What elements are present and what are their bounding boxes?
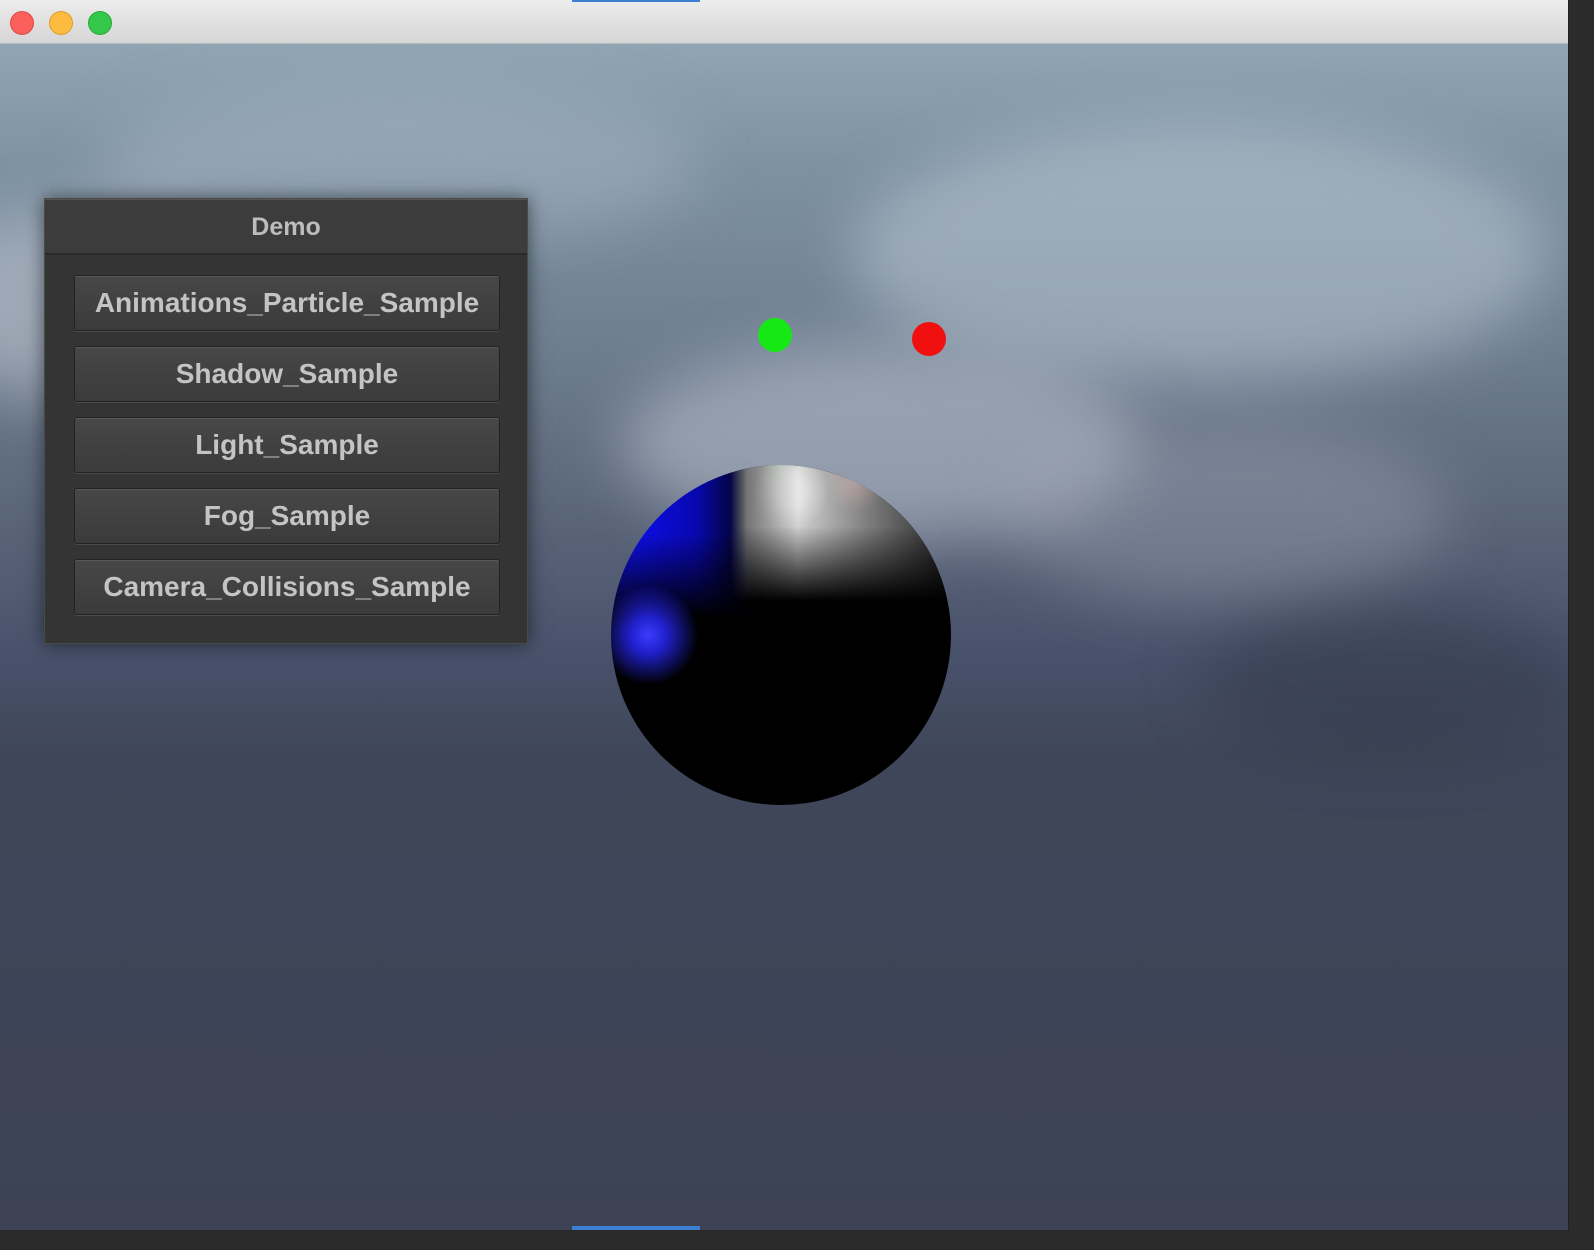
maximize-icon[interactable]	[88, 11, 112, 35]
sphere-highlight	[611, 465, 951, 805]
green-light-marker	[758, 318, 792, 352]
animations-particle-sample-button[interactable]: Animations_Particle_Sample	[74, 275, 500, 331]
light-sample-button[interactable]: Light_Sample	[74, 417, 500, 473]
red-light-marker	[912, 322, 946, 356]
panel-body: Animations_Particle_Sample Shadow_Sample…	[45, 255, 527, 615]
3d-viewport[interactable]: Demo Animations_Particle_Sample Shadow_S…	[0, 44, 1568, 1230]
background-strip	[0, 1230, 1594, 1250]
sky-cloud	[850, 124, 1550, 384]
demo-panel: Demo Animations_Particle_Sample Shadow_S…	[44, 198, 528, 644]
sky-cloud	[1000, 424, 1450, 604]
camera-collisions-sample-button[interactable]: Camera_Collisions_Sample	[74, 559, 500, 615]
close-icon[interactable]	[10, 11, 34, 35]
minimize-icon[interactable]	[49, 11, 73, 35]
sky-cloud	[1200, 604, 1568, 754]
panel-title: Demo	[45, 199, 527, 255]
background-window-accent	[572, 0, 700, 2]
fog-sample-button[interactable]: Fog_Sample	[74, 488, 500, 544]
app-window: Demo Animations_Particle_Sample Shadow_S…	[0, 0, 1569, 1230]
title-bar[interactable]	[0, 0, 1568, 44]
shadow-sample-button[interactable]: Shadow_Sample	[74, 346, 500, 402]
